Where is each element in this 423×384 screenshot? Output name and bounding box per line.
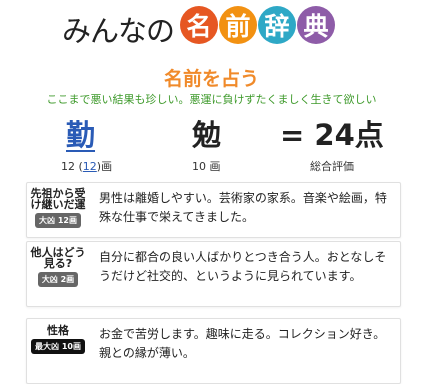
- total-score: = 24点: [280, 118, 384, 152]
- stroke-prefix: 12 (: [61, 160, 83, 173]
- logo-circle-1[interactable]: 名: [180, 6, 218, 44]
- fortune-badge: 大凶 12画: [35, 213, 81, 228]
- card-heading: 他人はどう見る?: [30, 246, 86, 270]
- stroke-count-link[interactable]: 12: [83, 160, 97, 173]
- total-score-label: 総合評価: [310, 160, 354, 173]
- fortune-badge: 大凶 2画: [37, 272, 79, 287]
- fortune-card-ancestry: 先祖から受け継いだ運 大凶 12画 男性は離婚しやすい。芸術家の家系。音楽や絵画…: [26, 182, 401, 238]
- stroke-count-1: 12 (12)画: [61, 158, 112, 174]
- page-title: 名前を占う: [163, 68, 259, 90]
- card-description: お金で苦労します。趣味に走る。コレクション好き。親との縁が薄い。: [99, 327, 386, 360]
- logo-circle-4[interactable]: 典: [297, 6, 335, 44]
- logo-text[interactable]: みんなの: [62, 8, 175, 50]
- fortune-card-others-view: 他人はどう見る? 大凶 2画 自分に都合の良い人ばかりとつき合う人。おとなしそう…: [26, 241, 401, 307]
- card-label: 先祖から受け継いだ運 大凶 12画: [27, 183, 89, 228]
- card-label: 他人はどう見る? 大凶 2画: [27, 242, 89, 287]
- stroke-suffix: )画: [96, 160, 113, 173]
- card-description: 男性は離婚しやすい。芸術家の家系。音楽や絵画，特殊な仕事で栄えてきました。: [99, 191, 387, 224]
- logo-circle-2[interactable]: 前: [219, 6, 257, 44]
- name-char-2: 勉: [192, 118, 222, 152]
- card-heading: 先祖から受け継いだ運: [30, 187, 86, 211]
- card-label: 性格 最大凶 10画: [27, 319, 89, 354]
- site-header: みんなの 名 前 辞 典: [0, 0, 423, 58]
- result-summary: ここまで悪い結果も珍しい。悪運に負けずたくましく生きて欲しい: [46, 93, 377, 106]
- card-description: 自分に都合の良い人ばかりとつき合う人。おとなしそうだけど社交的、というように見ら…: [99, 250, 387, 283]
- logo-circle-3[interactable]: 辞: [258, 6, 296, 44]
- name-char-link-1[interactable]: 勤: [66, 112, 95, 154]
- fortune-card-personality: 性格 最大凶 10画 お金で苦労します。趣味に走る。コレクション好き。親との縁が…: [26, 318, 401, 384]
- stroke-count-2: 10 画: [192, 160, 221, 173]
- fortune-badge: 最大凶 10画: [31, 339, 85, 354]
- card-heading: 性格: [47, 324, 69, 337]
